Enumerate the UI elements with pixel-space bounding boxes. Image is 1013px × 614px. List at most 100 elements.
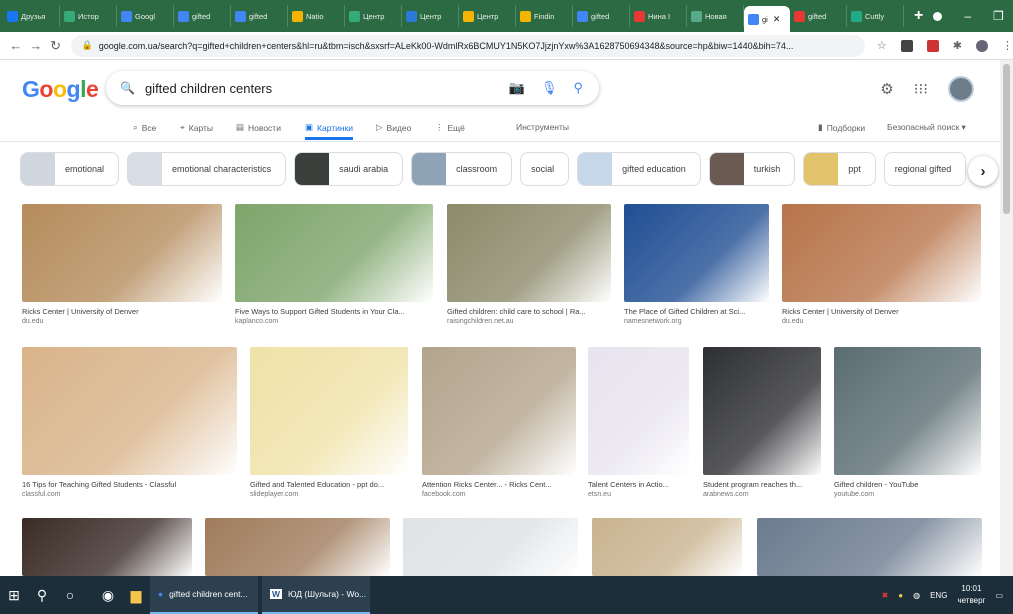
browser-tab[interactable]: gifted	[573, 5, 630, 27]
camera-icon[interactable]: 📷	[509, 80, 525, 96]
related-search-chip[interactable]: emotional	[20, 152, 120, 186]
account-avatar[interactable]	[948, 76, 974, 102]
extension-icon[interactable]	[926, 39, 939, 52]
result-thumbnail[interactable]	[757, 518, 982, 576]
image-result[interactable]	[757, 518, 982, 576]
related-search-chip[interactable]: turkish	[708, 152, 796, 186]
taskbar-chrome-app[interactable]: ● gifted children cent...	[150, 576, 258, 614]
search-box[interactable]: 🔍 gifted children centers 📷 🎙 ⚲	[106, 71, 599, 105]
result-thumbnail[interactable]	[703, 347, 821, 475]
result-title[interactable]: 16 Tips for Teaching Gifted Students - C…	[22, 480, 237, 489]
browser-tab[interactable]: Центр	[459, 5, 516, 27]
browser-tab[interactable]: Cuttly	[847, 5, 904, 27]
image-result[interactable]: Attention Ricks Center... - Ricks Cent..…	[422, 347, 576, 498]
browser-tab[interactable]: Истор	[60, 5, 117, 27]
image-result[interactable]	[205, 518, 390, 576]
browser-tab[interactable]: gifted	[790, 5, 847, 27]
back-icon[interactable]: ←	[6, 38, 26, 53]
result-title[interactable]: Attention Ricks Center... - Ricks Cent..…	[422, 480, 576, 489]
related-search-chip[interactable]: regional gifted	[883, 152, 967, 186]
result-title[interactable]: Gifted children - YouTube	[834, 480, 981, 489]
chips-next-arrow-icon[interactable]: ›	[968, 156, 998, 186]
result-thumbnail[interactable]	[592, 518, 742, 576]
language-indicator[interactable]: ENG	[930, 591, 947, 600]
browser-tab[interactable]: gi ✕	[744, 6, 790, 32]
settings-gear-icon[interactable]: ⚙	[880, 80, 893, 98]
browser-tab[interactable]: Друзья	[3, 5, 60, 27]
new-tab-button[interactable]: +	[904, 7, 933, 25]
profile-avatar-icon[interactable]	[975, 39, 988, 52]
tab-all[interactable]: ⌕ Все	[133, 122, 156, 133]
image-result[interactable]: 16 Tips for Teaching Gifted Students - C…	[22, 347, 237, 498]
result-thumbnail[interactable]	[588, 347, 689, 475]
image-result[interactable]: Gifted children - YouTube youtube.com	[834, 347, 981, 498]
related-search-chip[interactable]: emotional characteristics	[127, 152, 287, 186]
image-result[interactable]: Gifted and Talented Education - ppt do..…	[250, 347, 408, 498]
extension-icon[interactable]	[900, 39, 913, 52]
forward-icon[interactable]: →	[26, 38, 46, 53]
related-search-chip[interactable]: saudi arabia	[294, 152, 404, 186]
image-result[interactable]: Ricks Center | University of Denver du.ed…	[22, 204, 222, 325]
related-search-chip[interactable]: gifted education	[577, 152, 701, 186]
result-thumbnail[interactable]	[250, 347, 408, 475]
result-thumbnail[interactable]	[403, 518, 578, 576]
collections-button[interactable]: ▮ Подборки	[818, 122, 865, 133]
result-thumbnail[interactable]	[22, 518, 192, 576]
taskbar-search-icon[interactable]: ⚲	[28, 576, 56, 614]
result-title[interactable]: Five Ways to Support Gifted Students in …	[235, 307, 433, 316]
clock[interactable]: 10:01 четверг	[957, 583, 985, 607]
image-result[interactable]: Student program reaches th... arabnews.co…	[703, 347, 821, 498]
restore-icon[interactable]: ❐	[993, 9, 1004, 23]
result-thumbnail[interactable]	[782, 204, 981, 302]
browser-tab[interactable]: Natio	[288, 5, 345, 27]
tray-icon[interactable]: ✖	[882, 591, 889, 600]
tray-icon[interactable]: ●	[898, 591, 903, 600]
result-title[interactable]: Gifted children: child care to school | …	[447, 307, 611, 316]
extensions-puzzle-icon[interactable]: ✱	[953, 39, 962, 52]
result-title[interactable]: Ricks Center | University of Denver	[782, 307, 981, 316]
close-tab-icon[interactable]: ✕	[773, 14, 781, 25]
tools-button[interactable]: Инструменты	[516, 122, 569, 132]
result-thumbnail[interactable]	[22, 347, 237, 475]
search-submit-icon[interactable]: ⚲	[573, 80, 583, 96]
result-title[interactable]: Talent Centers in Actio...	[588, 480, 689, 489]
result-thumbnail[interactable]	[624, 204, 769, 302]
file-explorer-icon[interactable]: ▆	[122, 576, 150, 614]
browser-tab[interactable]: Новая	[687, 5, 744, 27]
minimize-icon[interactable]: –	[964, 9, 971, 23]
microphone-icon[interactable]: 🎙	[541, 80, 558, 96]
image-result[interactable]: Five Ways to Support Gifted Students in …	[235, 204, 433, 325]
image-result[interactable]: Ricks Center | University of Denver du.ed…	[782, 204, 981, 325]
scrollbar-thumb[interactable]	[1003, 64, 1010, 214]
browser-tab[interactable]: gifted	[231, 5, 288, 27]
result-title[interactable]: Student program reaches th...	[703, 480, 821, 489]
apps-grid-icon[interactable]: ⁝⁝⁝	[914, 80, 928, 98]
tab-more[interactable]: ⋮ Ещё	[435, 122, 465, 133]
obs-icon[interactable]: ◉	[94, 576, 122, 614]
result-title[interactable]: Gifted and Talented Education - ppt do..…	[250, 480, 408, 489]
result-title[interactable]: Ricks Center | University of Denver	[22, 307, 222, 316]
result-thumbnail[interactable]	[22, 204, 222, 302]
image-result[interactable]	[592, 518, 742, 576]
result-thumbnail[interactable]	[422, 347, 576, 475]
image-result[interactable]: The Place of Gifted Children at Sci... na…	[624, 204, 769, 325]
result-thumbnail[interactable]	[205, 518, 390, 576]
reload-icon[interactable]: ↻	[46, 38, 66, 54]
tab-news[interactable]: ▤ Новости	[236, 122, 281, 133]
browser-tab[interactable]: Центр	[345, 5, 402, 27]
menu-kebab-icon[interactable]: ⋮	[1002, 39, 1013, 52]
image-result[interactable]: Talent Centers in Actio... etsn.eu	[588, 347, 689, 498]
browser-tab[interactable]: Центр	[402, 5, 459, 27]
task-view-icon[interactable]: ○	[56, 576, 84, 614]
taskbar-word-app[interactable]: W ЮД (Шульга) - Wo...	[262, 576, 370, 614]
image-result[interactable]: Gifted children: child care to school | …	[447, 204, 611, 325]
browser-tab[interactable]: Findin	[516, 5, 573, 27]
browser-tab[interactable]: Нина І	[630, 5, 687, 27]
profile-circle-icon[interactable]	[933, 11, 943, 21]
result-thumbnail[interactable]	[447, 204, 611, 302]
bookmark-star-icon[interactable]: ☆	[877, 39, 887, 52]
result-title[interactable]: The Place of Gifted Children at Sci...	[624, 307, 769, 316]
safesearch-button[interactable]: Безопасный поиск ▾	[887, 122, 966, 133]
google-logo[interactable]: Google	[22, 76, 99, 103]
browser-tab[interactable]: gifted	[174, 5, 231, 27]
